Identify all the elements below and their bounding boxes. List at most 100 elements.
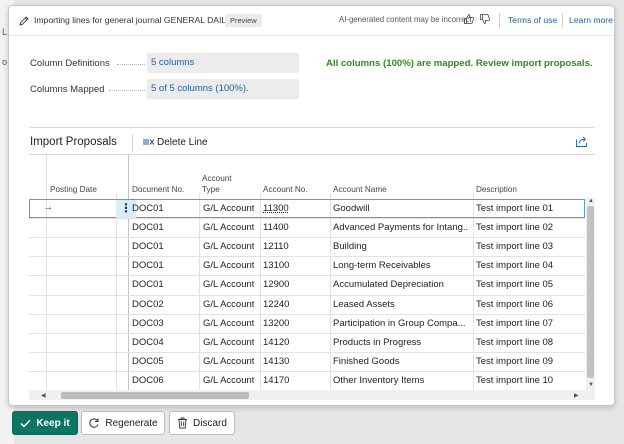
table-cell-acc[interactable]: 12240 xyxy=(263,299,289,310)
table-cell-type[interactable]: G/L Account xyxy=(203,241,254,252)
dialog-title: Importing lines for general journal GENE… xyxy=(34,15,232,25)
learn-more-link[interactable]: Learn more xyxy=(569,15,613,25)
table-cell-desc[interactable]: Test import line 08 xyxy=(476,337,584,348)
table-cell-type[interactable]: G/L Account xyxy=(203,203,254,214)
column-header-account-no[interactable]: Account No. xyxy=(263,184,308,195)
table-cell-doc[interactable]: DOC01 xyxy=(132,222,164,233)
terms-of-use-link[interactable]: Terms of use xyxy=(508,15,557,25)
scroll-up-icon[interactable]: ▲ xyxy=(588,198,594,204)
column-definitions-label: Column Definitions xyxy=(30,58,110,69)
table-cell-doc[interactable]: DOC02 xyxy=(132,299,164,310)
table-cell-name[interactable]: Long-term Receivables xyxy=(333,260,469,271)
table-cell-type[interactable]: G/L Account xyxy=(203,260,254,271)
table-cell-acc[interactable]: 13100 xyxy=(263,260,289,271)
table-cell-type[interactable]: G/L Account xyxy=(203,375,254,386)
table-cell-acc[interactable]: 14130 xyxy=(263,356,289,367)
table-cell-doc[interactable]: DOC01 xyxy=(132,241,164,252)
table-cell-type[interactable]: G/L Account xyxy=(203,279,254,290)
table-cell-doc[interactable]: DOC04 xyxy=(132,337,164,348)
thumbs-down-icon[interactable] xyxy=(479,13,491,25)
table-cell-acc[interactable]: 11300 xyxy=(263,203,289,214)
scroll-down-icon[interactable]: ▼ xyxy=(588,382,594,388)
delete-line-button[interactable]: Delete Line xyxy=(157,137,208,148)
column-definitions-field[interactable]: 5 columns xyxy=(147,53,299,73)
table-cell-doc[interactable]: DOC05 xyxy=(132,356,164,367)
table-cell-name[interactable]: Goodwill xyxy=(333,203,469,214)
columns-mapped-field[interactable]: 5 of 5 columns (100%). xyxy=(147,79,299,99)
table-cell-name[interactable]: Accumulated Depreciation xyxy=(333,279,469,290)
regenerate-label: Regenerate xyxy=(105,417,158,429)
checkmark-icon xyxy=(20,419,31,428)
thumbs-up-icon[interactable] xyxy=(463,13,475,25)
vertical-scrollbar-thumb[interactable] xyxy=(587,206,594,378)
table-cell-desc[interactable]: Test import line 07 xyxy=(476,318,584,329)
vertical-scrollbar[interactable]: ▲ ▼ xyxy=(586,198,595,390)
column-header-posting-date[interactable]: Posting Date xyxy=(50,184,97,195)
table-cell-name[interactable]: Other Inventory Items xyxy=(333,375,469,386)
share-icon[interactable] xyxy=(575,135,588,148)
table-cell-type[interactable]: G/L Account xyxy=(203,337,254,348)
table-cell-desc[interactable]: Test import line 02 xyxy=(476,222,584,233)
table-cell-name[interactable]: Advanced Payments for Intang... xyxy=(333,222,469,233)
table-cell-name[interactable]: Participation in Group Compa... xyxy=(333,318,469,329)
grid-row-divider xyxy=(29,332,585,334)
grid-column-divider xyxy=(473,193,474,390)
grid-row-divider xyxy=(29,275,585,277)
column-header-account-name[interactable]: Account Name xyxy=(333,184,387,195)
table-cell-name[interactable]: Leased Assets xyxy=(333,299,469,310)
label-leader xyxy=(117,64,145,65)
scroll-right-icon[interactable]: ▶ xyxy=(574,392,579,399)
table-cell-acc[interactable]: 14120 xyxy=(263,337,289,348)
table-cell-desc[interactable]: Test import line 10 xyxy=(476,375,584,386)
table-cell-doc[interactable]: DOC03 xyxy=(132,318,164,329)
table-cell-desc[interactable]: Test import line 09 xyxy=(476,356,584,367)
column-header-account-type[interactable]: Account Type xyxy=(202,173,232,195)
horizontal-scrollbar-thumb[interactable] xyxy=(61,392,249,399)
keep-it-button[interactable]: Keep it xyxy=(12,411,78,435)
grid-column-divider xyxy=(260,193,261,390)
table-cell-name[interactable]: Finished Goods xyxy=(333,356,469,367)
table-cell-desc[interactable]: Test import line 01 xyxy=(476,203,584,214)
grid-row-divider xyxy=(29,294,585,296)
table-cell-acc[interactable]: 13200 xyxy=(263,318,289,329)
discard-label: Discard xyxy=(193,417,227,429)
column-header-document-no[interactable]: Document No. xyxy=(132,184,184,195)
pencil-icon xyxy=(19,16,29,26)
table-cell-acc[interactable]: 12110 xyxy=(263,241,289,252)
regenerate-button[interactable]: Regenerate xyxy=(81,411,165,435)
column-header-description[interactable]: Description xyxy=(476,184,517,195)
table-cell-acc[interactable]: 12900 xyxy=(263,279,289,290)
preview-badge: Preview xyxy=(225,14,262,27)
delete-row-icon[interactable] xyxy=(142,136,155,148)
horizontal-scrollbar[interactable]: ◀ ▶ xyxy=(29,390,595,400)
label-leader xyxy=(109,90,145,91)
table-cell-desc[interactable]: Test import line 06 xyxy=(476,299,584,310)
table-cell-doc[interactable]: DOC01 xyxy=(132,203,164,214)
table-cell-desc[interactable]: Test import line 03 xyxy=(476,241,584,252)
background-fragment: o xyxy=(2,57,8,67)
copilot-import-dialog: Importing lines for general journal GENE… xyxy=(8,5,615,406)
table-cell-desc[interactable]: Test import line 04 xyxy=(476,260,584,271)
table-cell-type[interactable]: G/L Account xyxy=(203,318,254,329)
table-cell-desc[interactable]: Test import line 05 xyxy=(476,279,584,290)
table-cell-doc[interactable]: DOC01 xyxy=(132,279,164,290)
table-cell-name[interactable]: Products in Progress xyxy=(333,337,469,348)
table-cell-acc[interactable]: 11400 xyxy=(263,222,289,233)
table-cell-name[interactable]: Building xyxy=(333,241,469,252)
scroll-left-icon[interactable]: ◀ xyxy=(41,392,46,399)
trash-icon xyxy=(178,417,188,429)
column-header-account-type-line: Account xyxy=(202,174,232,183)
table-cell-type[interactable]: G/L Account xyxy=(203,356,254,367)
table-cell-doc[interactable]: DOC01 xyxy=(132,260,164,271)
table-cell-acc[interactable]: 14170 xyxy=(263,375,289,386)
grid-column-divider xyxy=(116,193,117,390)
grid-row-divider xyxy=(29,237,585,239)
discard-button[interactable]: Discard xyxy=(169,411,235,435)
table-cell-type[interactable]: G/L Account xyxy=(203,299,254,310)
table-cell-doc[interactable]: DOC06 xyxy=(132,375,164,386)
grid-row-divider xyxy=(29,256,585,258)
table-cell-type[interactable]: G/L Account xyxy=(203,222,254,233)
row-arrow-icon: → xyxy=(43,202,53,213)
titlebar-divider xyxy=(499,13,500,28)
toolbar-divider xyxy=(132,134,133,152)
